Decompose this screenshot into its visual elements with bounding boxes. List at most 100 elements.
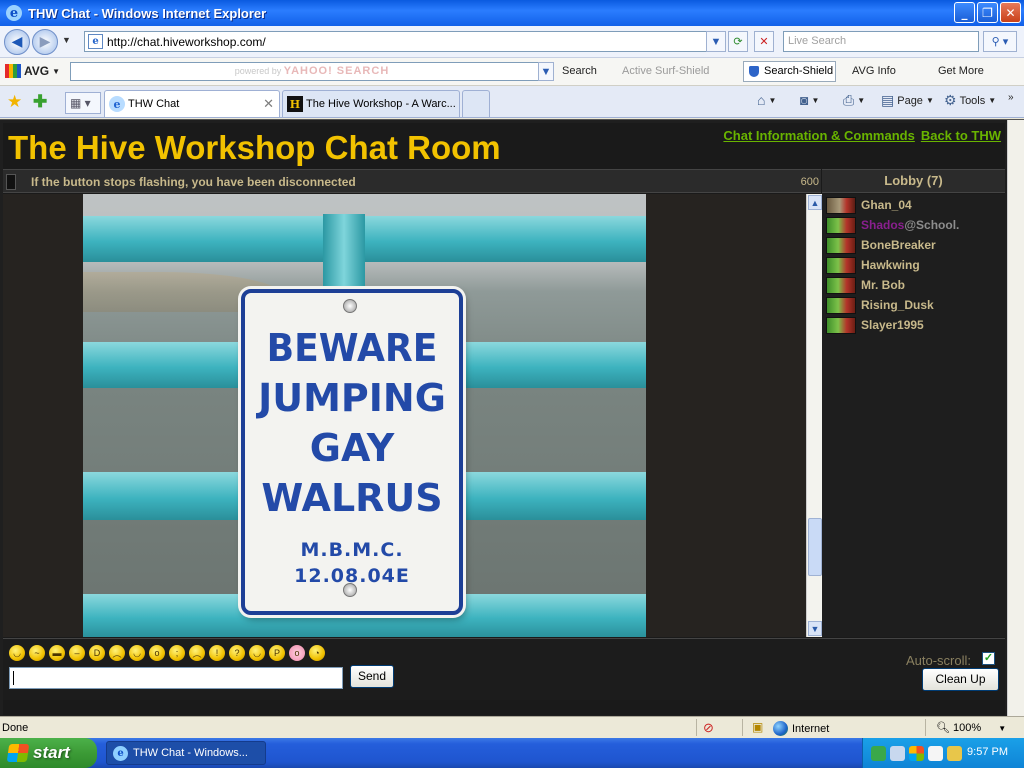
blush-smiley-icon[interactable]: o [289, 645, 305, 661]
address-bar[interactable]: e http://chat.hiveworkshop.com/ [84, 31, 724, 52]
stop-button[interactable]: ✕ [754, 31, 774, 52]
home-icon: ⌂ [757, 92, 766, 108]
home-button[interactable]: ⌂ ▼ [757, 92, 776, 108]
question-smiley-icon[interactable]: ? [229, 645, 245, 661]
taskbar-item-ie[interactable]: e THW Chat - Windows... [106, 741, 266, 765]
gear-icon: ⚙ [944, 92, 957, 108]
protected-mode-icon[interactable]: ▣ [752, 720, 763, 734]
quick-tabs-button[interactable]: ▦ ▾ [65, 92, 101, 114]
message-input[interactable] [9, 667, 343, 689]
smile-smiley-icon[interactable]: ◡ [129, 645, 145, 661]
feeds-button[interactable]: ◙ ▼ [800, 92, 819, 108]
sign-line: GAY [309, 426, 395, 470]
get-more-button[interactable]: Get More [938, 65, 984, 77]
scroll-down-icon[interactable]: ▼ [808, 621, 822, 636]
neutral-smiley-icon[interactable]: – [69, 645, 85, 661]
user-avatar-icon [826, 236, 856, 254]
minimize-button[interactable]: _ [954, 2, 975, 23]
back-button[interactable]: ◀ [4, 28, 30, 55]
connection-indicator-button[interactable] [6, 174, 16, 190]
user-name: Slayer1995 [861, 318, 924, 332]
start-button[interactable]: start [0, 738, 97, 768]
sad-smiley-icon[interactable]: ︵ [109, 645, 125, 661]
add-favorite-icon[interactable]: ✚ [33, 92, 47, 112]
connection-status-text: If the button stops flashing, you have b… [31, 175, 356, 189]
avg-info-button[interactable]: AVG Info [852, 65, 896, 77]
user-item[interactable]: BoneBreaker [826, 236, 936, 254]
grin-smiley-icon[interactable]: ◡ [9, 645, 25, 661]
scroll-up-icon[interactable]: ▲ [808, 195, 822, 210]
frown-smiley-icon[interactable]: ︵ [189, 645, 205, 661]
user-name: Shados [861, 218, 905, 232]
new-tab-button[interactable] [462, 90, 490, 117]
popup-blocked-icon[interactable]: ⊘ [703, 720, 714, 736]
scroll-thumb[interactable] [808, 518, 822, 576]
forward-button[interactable]: ▶ [32, 28, 58, 55]
live-search-input[interactable]: Live Search [783, 31, 979, 52]
address-url: http://chat.hiveworkshop.com/ [107, 34, 266, 49]
cleanup-button[interactable]: Clean Up [922, 668, 999, 691]
network-tray-icon[interactable] [871, 745, 886, 761]
maximize-button[interactable]: ❐ [977, 2, 998, 23]
toolbar-overflow-icon[interactable]: » [1008, 92, 1014, 103]
surprised-smiley-icon[interactable]: o [149, 645, 165, 661]
user-item[interactable]: Ghan_04 [826, 196, 912, 214]
active-surf-shield-button[interactable]: Active Surf-Shield [622, 65, 709, 77]
page-scrollbar[interactable] [1007, 120, 1024, 716]
big-grin-smiley-icon[interactable]: D [89, 645, 105, 661]
status-separator [742, 719, 743, 736]
ie-tab-icon: e [109, 96, 125, 112]
chat-page: The Hive Workshop Chat Room Chat Informa… [3, 123, 1005, 715]
search-shield-button[interactable]: Search-Shield [743, 61, 836, 82]
page-icon: ▤ [881, 92, 895, 108]
avg-search-button[interactable]: Search [562, 65, 597, 77]
zoom-level[interactable]: 🔍︎ 100% ▼ [936, 721, 1006, 734]
avg-tray-icon[interactable] [909, 745, 924, 761]
favorites-star-icon[interactable]: ★ [7, 92, 22, 112]
autoscroll-label: Auto-scroll: [905, 653, 971, 668]
address-dropdown-button[interactable]: ▼ [706, 31, 726, 52]
send-button[interactable]: Send [350, 665, 394, 688]
page-menu-button[interactable]: ▤ Page ▼ [881, 92, 934, 109]
message-count: 600 [800, 176, 819, 188]
tab-thw-chat[interactable]: e THW Chat ✕ [104, 90, 280, 117]
exclamation-smiley-icon[interactable]: ! [209, 645, 225, 661]
chat-messages[interactable]: BEWARE JUMPING GAY WALRUS M.B.M.C. 12.08… [3, 194, 806, 637]
user-item[interactable]: Slayer1995 [826, 316, 924, 334]
security-zone[interactable]: Internet [773, 721, 829, 736]
user-avatar-icon [826, 216, 856, 234]
cool-smiley-icon[interactable]: ▬ [49, 645, 65, 661]
tongue-smiley-icon[interactable]: P [269, 645, 285, 661]
close-button[interactable]: ✕ [1000, 2, 1021, 23]
user-name: Rising_Dusk [861, 298, 934, 312]
chat-info-link[interactable]: Chat Information & Commands [723, 128, 914, 143]
user-item[interactable]: Mr. Bob [826, 276, 905, 294]
tab-hive-workshop[interactable]: H The Hive Workshop - A Warc... [282, 90, 460, 117]
print-button[interactable]: ⎙ ▼ [843, 92, 865, 109]
window-title-bar[interactable]: e THW Chat - Windows Internet Explorer _… [0, 0, 1024, 26]
tools-menu-button[interactable]: ⚙ Tools ▼ [944, 92, 996, 109]
back-to-thw-link[interactable]: Back to THW [921, 128, 1001, 143]
confused-smiley-icon[interactable]: ~ [29, 645, 45, 661]
tools-menu-label: Tools [959, 94, 986, 107]
user-item[interactable]: Rising_Dusk [826, 296, 934, 314]
xfire-tray-icon[interactable] [928, 745, 943, 761]
messenger-tray-icon[interactable] [947, 745, 962, 761]
tab-close-icon[interactable]: ✕ [263, 96, 274, 112]
history-dropdown-icon[interactable]: ▼ [62, 35, 71, 45]
search-go-button[interactable]: ⚲ ▾ [983, 31, 1017, 52]
msn-tray-icon[interactable] [890, 745, 905, 761]
wink-smiley-icon[interactable]: ; [169, 645, 185, 661]
yahoo-search-input[interactable]: powered by YAHOO! SEARCH [70, 62, 554, 81]
yahoo-dropdown-button[interactable]: ▼ [538, 62, 554, 81]
page-content: The Hive Workshop Chat Room Chat Informa… [0, 119, 1024, 716]
chat-scrollbar[interactable]: ▲ ▼ [806, 194, 822, 637]
user-item[interactable]: Hawkwing [826, 256, 920, 274]
refresh-button[interactable]: ⟳ [728, 31, 748, 52]
sign-line: JUMPING [258, 376, 446, 420]
autoscroll-checkbox[interactable]: ✓ [982, 652, 995, 665]
user-item[interactable]: Shados@School. [826, 216, 959, 234]
avg-logo[interactable]: AVG ▼ [5, 64, 60, 78]
laugh-smiley-icon[interactable]: ◡ [249, 645, 265, 661]
rolleyes-smiley-icon[interactable]: ◔ [309, 645, 325, 661]
